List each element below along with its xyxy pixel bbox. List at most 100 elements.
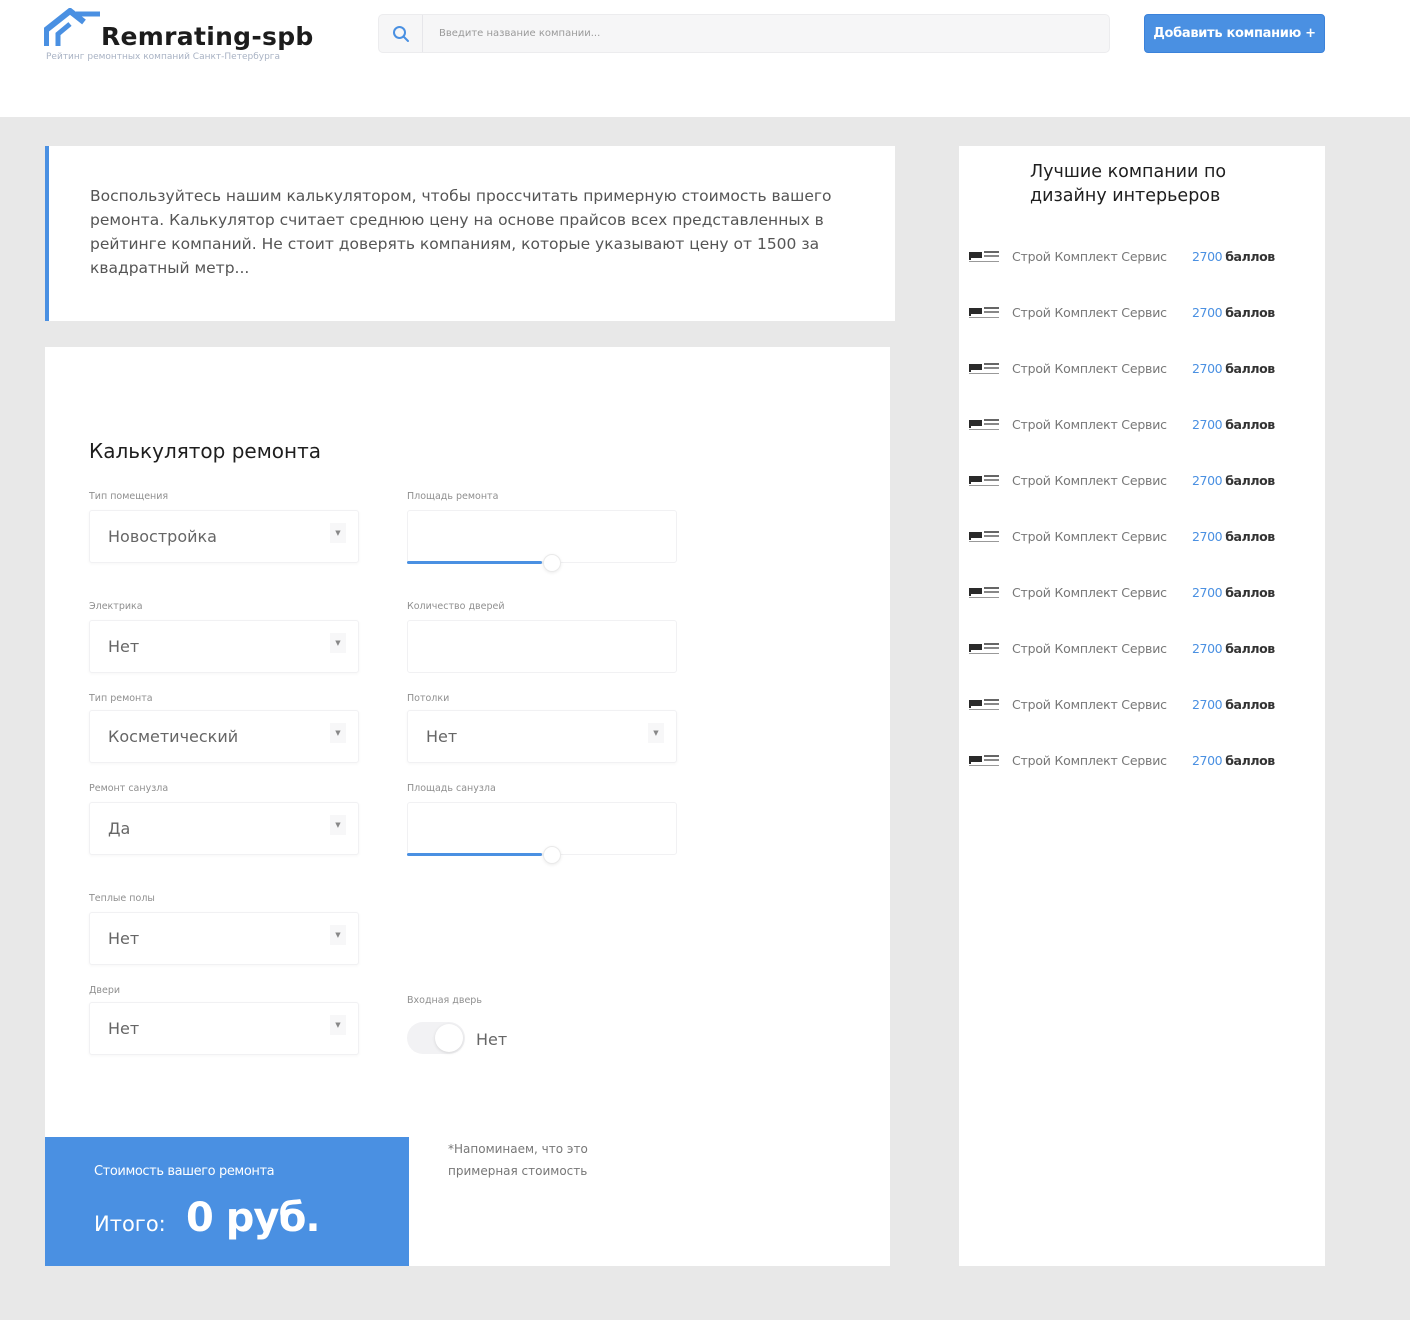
total-value: 0 руб.: [186, 1195, 321, 1241]
company-list-item[interactable]: Строй Комплект Сервис 2700 баллов: [969, 695, 1309, 719]
company-list-item[interactable]: Строй Комплект Сервис 2700 баллов: [969, 751, 1309, 775]
search-button[interactable]: [379, 15, 423, 52]
company-score-value: 2700: [1192, 585, 1223, 600]
company-list-item[interactable]: Строй Комплект Сервис 2700 баллов: [969, 583, 1309, 607]
area-slider[interactable]: [407, 561, 557, 564]
company-score: 2700 баллов: [1192, 697, 1275, 712]
company-logo: [969, 417, 1001, 431]
bathroom-repair-value: Да: [108, 819, 131, 838]
company-score: 2700 баллов: [1192, 641, 1275, 656]
company-score-unit: баллов: [1225, 417, 1275, 432]
company-logo: [969, 641, 1001, 655]
company-logo: [969, 753, 1001, 767]
entrance-door-label: Входная дверь: [407, 995, 482, 1006]
sidebar-title: Лучшие компании по дизайну интерьеров: [1030, 162, 1227, 206]
repair-type-value: Косметический: [108, 727, 239, 746]
logo-title: Remrating-spb: [101, 22, 314, 51]
repair-type-select[interactable]: Косметический ▼: [89, 710, 359, 763]
company-list-item[interactable]: Строй Комплект Сервис 2700 баллов: [969, 639, 1309, 663]
electrics-label: Электрика: [89, 601, 143, 612]
company-score-unit: баллов: [1225, 361, 1275, 376]
company-score-unit: баллов: [1225, 641, 1275, 656]
company-list-item[interactable]: Строй Комплект Сервис 2700 баллов: [969, 527, 1309, 551]
bathroom-area-slider-handle[interactable]: [543, 846, 561, 864]
area-input[interactable]: [407, 510, 677, 563]
room-type-label: Тип помещения: [89, 491, 169, 502]
electrics-value: Нет: [108, 637, 140, 656]
company-score: 2700 баллов: [1192, 529, 1275, 544]
bathroom-repair-select[interactable]: Да ▼: [89, 802, 359, 855]
bathroom-area-input[interactable]: [407, 802, 677, 855]
company-name: Строй Комплект Сервис: [1012, 641, 1167, 656]
company-name: Строй Комплект Сервис: [1012, 529, 1167, 544]
company-logo: [969, 249, 1001, 263]
intro-card: Воспользуйтесь нашим калькулятором, чтоб…: [45, 146, 895, 321]
company-logo: [969, 305, 1001, 319]
company-logo: [969, 585, 1001, 599]
company-name: Строй Комплект Сервис: [1012, 697, 1167, 712]
company-score: 2700 баллов: [1192, 249, 1275, 264]
company-score-value: 2700: [1192, 361, 1223, 376]
company-score: 2700 баллов: [1192, 305, 1275, 320]
doors-value: Нет: [108, 1019, 140, 1038]
ceilings-select[interactable]: Нет ▼: [407, 710, 677, 763]
search-icon: [392, 25, 409, 42]
company-list-item[interactable]: Строй Комплект Сервис 2700 баллов: [969, 415, 1309, 439]
company-list-item[interactable]: Строй Комплект Сервис 2700 баллов: [969, 303, 1309, 327]
entrance-door-toggle[interactable]: [407, 1022, 465, 1054]
area-label: Площадь ремонта: [407, 491, 499, 502]
room-type-select[interactable]: Новостройка ▼: [89, 510, 359, 563]
company-list-item[interactable]: Строй Комплект Сервис 2700 баллов: [969, 471, 1309, 495]
chevron-down-icon: ▼: [648, 723, 664, 743]
add-company-button[interactable]: Добавить компанию +: [1144, 14, 1325, 53]
top-companies-sidebar: Лучшие компании по дизайну интерьеров Ст…: [959, 146, 1325, 1266]
company-score-value: 2700: [1192, 641, 1223, 656]
logo-subtitle: Рейтинг ремонтных компаний Санкт-Петербу…: [46, 52, 281, 62]
company-name: Строй Комплект Сервис: [1012, 305, 1167, 320]
company-score-unit: баллов: [1225, 585, 1275, 600]
company-score-unit: баллов: [1225, 473, 1275, 488]
toggle-knob: [435, 1024, 463, 1052]
company-score-value: 2700: [1192, 249, 1223, 264]
company-score-unit: баллов: [1225, 753, 1275, 768]
chevron-down-icon: ▼: [330, 925, 346, 945]
company-list-item[interactable]: Строй Комплект Сервис 2700 баллов: [969, 359, 1309, 383]
warm-floors-value: Нет: [108, 929, 140, 948]
company-name: Строй Комплект Сервис: [1012, 361, 1167, 376]
bathroom-repair-label: Ремонт санузла: [89, 783, 169, 794]
room-type-value: Новостройка: [108, 527, 217, 546]
calculator-title: Калькулятор ремонта: [89, 439, 322, 463]
company-logo: [969, 529, 1001, 543]
price-note: *Напоминаем, что это примерная стоимость: [448, 1142, 588, 1178]
company-name: Строй Комплект Сервис: [1012, 473, 1167, 488]
company-score-value: 2700: [1192, 305, 1223, 320]
company-score-unit: баллов: [1225, 249, 1275, 264]
chevron-down-icon: ▼: [330, 523, 346, 543]
company-name: Строй Комплект Сервис: [1012, 585, 1167, 600]
ceilings-value: Нет: [426, 727, 458, 746]
company-score: 2700 баллов: [1192, 361, 1275, 376]
chevron-down-icon: ▼: [330, 723, 346, 743]
company-score: 2700 баллов: [1192, 585, 1275, 600]
doors-count-input[interactable]: [407, 620, 677, 673]
area-slider-handle[interactable]: [543, 554, 561, 572]
area-slider-fill: [407, 561, 542, 564]
search-input[interactable]: [439, 15, 1079, 52]
site-logo[interactable]: Remrating-spb Рейтинг ремонтных компаний…: [44, 8, 324, 68]
bathroom-area-slider[interactable]: [407, 853, 557, 856]
company-score-value: 2700: [1192, 697, 1223, 712]
doors-select[interactable]: Нет ▼: [89, 1002, 359, 1055]
company-list-item[interactable]: Строй Комплект Сервис 2700 баллов: [969, 247, 1309, 271]
warm-floors-select[interactable]: Нет ▼: [89, 912, 359, 965]
doors-label: Двери: [89, 985, 121, 996]
company-logo: [969, 473, 1001, 487]
chevron-down-icon: ▼: [330, 1015, 346, 1035]
chevron-down-icon: ▼: [330, 633, 346, 653]
company-score-value: 2700: [1192, 417, 1223, 432]
entrance-door-value: Нет: [476, 1030, 508, 1049]
company-score-value: 2700: [1192, 753, 1223, 768]
site-header: Remrating-spb Рейтинг ремонтных компаний…: [0, 0, 1410, 117]
company-score-unit: баллов: [1225, 305, 1275, 320]
company-score: 2700 баллов: [1192, 473, 1275, 488]
electrics-select[interactable]: Нет ▼: [89, 620, 359, 673]
